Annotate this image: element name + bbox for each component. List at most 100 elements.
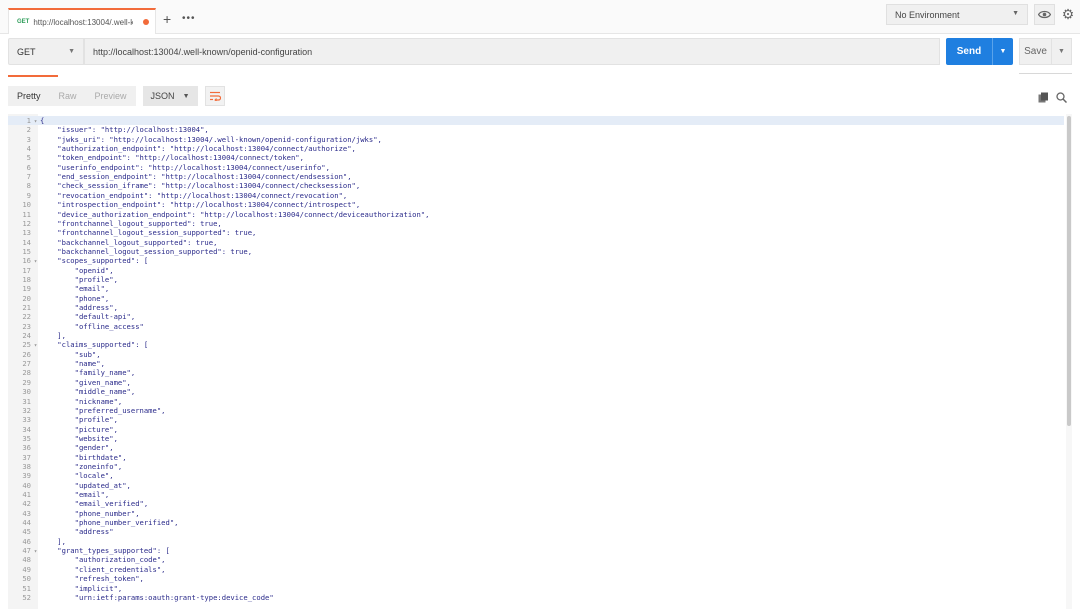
code-text: "nickname", [40,396,123,406]
chevron-down-icon: ▼ [68,48,75,55]
code-line: 34 "picture", [8,425,1064,434]
code-line: 39 "locale", [8,471,1064,480]
view-preview-tab[interactable]: Preview [85,86,136,106]
response-body[interactable]: 1 ▾{2 "issuer": "http://localhost:13004",… [8,114,1072,609]
format-select[interactable]: JSON ▼ [142,86,198,106]
code-text: "end_session_endpoint": "http://localhos… [40,172,352,182]
tab-bar: GET http://localhost:13004/.well-know + … [0,0,1080,34]
code-line: 15 "backchannel_logout_session_supported… [8,247,1064,256]
environment-label: No Environment [895,9,960,20]
code-text: "phone", [40,293,110,303]
view-raw-tab[interactable]: Raw [49,86,86,106]
line-number: 48 [22,555,31,565]
method-select[interactable]: GET ▼ [8,38,84,65]
code-line: 28 "family_name", [8,368,1064,377]
save-button[interactable]: Save [1019,38,1052,65]
code-line: 6 "userinfo_endpoint": "http://localhost… [8,163,1064,172]
code-text: "family_name", [40,368,136,378]
line-number: 52 [22,592,31,602]
environment-quick-look-button[interactable] [1034,4,1055,25]
code-text: "profile", [40,415,118,425]
view-pretty-tab[interactable]: Pretty [8,86,50,106]
url-input[interactable]: http://localhost:13004/.well-known/openi… [84,38,940,65]
code-line: 50 "refresh_token", [8,574,1064,583]
save-options-button[interactable]: ▼ [1052,38,1072,65]
code-text: "address" [40,527,114,537]
line-number: 42 [22,499,31,509]
send-options-button[interactable]: ▼ [992,38,1013,65]
tab-title: http://localhost:13004/.well-know [33,17,133,27]
code-line: 11 "device_authorization_endpoint": "htt… [8,210,1064,219]
line-number: 51 [22,583,31,593]
copy-icon[interactable] [1038,90,1049,108]
code-line: 49 "client_credentials", [8,565,1064,574]
code-line: 13 "frontchannel_logout_session_supporte… [8,228,1064,237]
line-number: 4 [26,144,31,154]
line-number: 23 [22,321,31,331]
code-text: "updated_at", [40,480,131,490]
search-icon[interactable] [1056,90,1068,108]
code-line: 45 "address" [8,527,1064,536]
code-line: 29 "given_name", [8,378,1064,387]
more-tabs-button[interactable]: ••• [182,12,196,26]
line-number: 34 [22,424,31,434]
code-text: "locale", [40,471,114,481]
gear-icon: ⚙ [1061,6,1075,22]
code-line: 20 "phone", [8,294,1064,303]
code-line: 25 ▾ "claims_supported": [ [8,340,1064,349]
code-line: 4 "authorization_endpoint": "http://loca… [8,144,1064,153]
new-tab-button[interactable]: + [163,12,171,26]
line-number: 14 [22,237,31,247]
code-line: 35 "website", [8,434,1064,443]
code-text: "zoneinfo", [40,461,123,471]
code-text: "gender", [40,443,114,453]
code-line: 23 "offline_access" [8,322,1064,331]
code-text: "email", [40,490,110,499]
line-number: 36 [22,443,31,453]
code-line: 21 "address", [8,303,1064,312]
line-number: 50 [22,574,31,584]
method-label: GET [17,46,36,57]
code-line: 40 "updated_at", [8,481,1064,490]
send-button[interactable]: Send [946,38,992,65]
line-number: 28 [22,368,31,378]
code-line: 27 "name", [8,359,1064,368]
wrap-lines-button[interactable] [204,86,225,106]
line-number: 35 [22,433,31,443]
code-line: 32 "preferred_username", [8,406,1064,415]
code-line: 44 "phone_number_verified", [8,518,1064,527]
code-text: "birthdate", [40,452,127,462]
code-line: 48 "authorization_code", [8,555,1064,564]
code-text: "frontchannel_logout_supported": true, [40,218,222,228]
code-line: 17 "openid", [8,266,1064,275]
code-text: "issuer": "http://localhost:13004", [40,125,209,135]
line-number: 8 [26,181,31,191]
code-text: "client_credentials", [40,564,166,574]
code-text: "middle_name", [40,387,136,397]
code-text: "jwks_uri": "http://localhost:13004/.wel… [40,134,382,144]
line-number: 43 [22,508,31,518]
line-number: 17 [22,265,31,275]
code-text: "picture", [40,424,118,434]
line-number: 26 [22,349,31,359]
code-line: 10 "introspection_endpoint": "http://loc… [8,200,1064,209]
request-tab[interactable]: GET http://localhost:13004/.well-know [8,8,156,34]
code-text: "openid", [40,265,114,275]
scrollbar-thumb[interactable] [1067,116,1071,426]
line-number: 22 [22,312,31,322]
code-line: 46 ], [8,537,1064,546]
code-line: 22 "default-api", [8,312,1064,321]
eye-icon [1038,10,1051,19]
line-number: 11 [22,209,31,219]
line-number: 25 [22,340,31,350]
environment-select[interactable]: No Environment ▼ [886,4,1028,25]
code-text: "authorization_code", [40,555,166,565]
code-text: "phone_number", [40,508,140,518]
line-number: 27 [22,359,31,369]
code-line: 41 "email", [8,490,1064,499]
code-text: ], [40,536,66,546]
settings-button[interactable]: ⚙ [1058,4,1078,25]
code-text: "given_name", [40,377,131,387]
line-number: 30 [22,387,31,397]
line-number: 46 [22,536,31,546]
